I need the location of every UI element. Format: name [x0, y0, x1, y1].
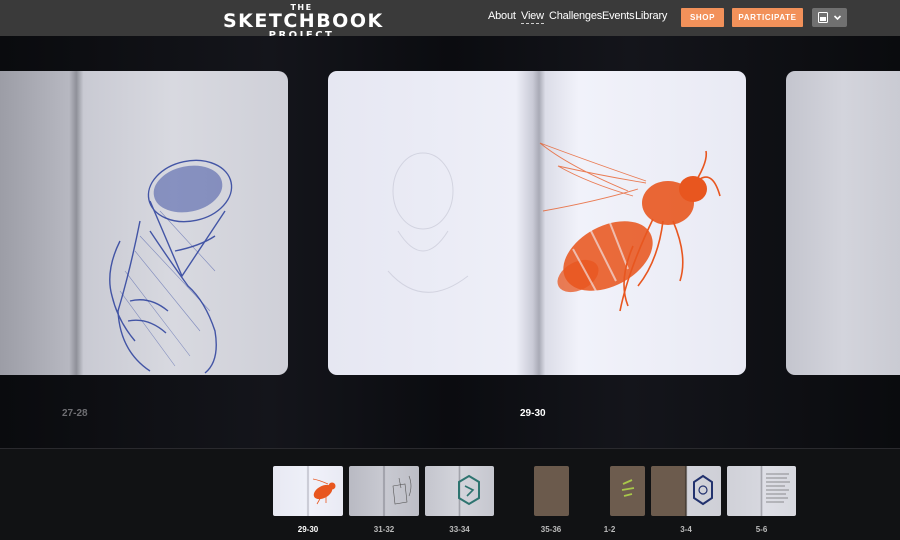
- participate-button[interactable]: PARTICIPATE: [732, 8, 803, 27]
- thumbnail-strip: 29-30 31-32 33-34 35-36 1-2 3-4 5-6: [0, 448, 900, 540]
- spread-label-29-30: 29-30: [520, 408, 546, 419]
- thumbnail-label-29-30: 29-30: [297, 525, 319, 534]
- thumbnail-1-2[interactable]: [610, 466, 645, 516]
- handwriting-thumbnail-icon: [766, 473, 790, 503]
- shop-button[interactable]: SHOP: [681, 8, 724, 27]
- thumbnail-label-1-2: 1-2: [603, 525, 616, 534]
- spread-27-28[interactable]: [0, 71, 288, 375]
- cart-dropdown-button[interactable]: [812, 8, 847, 27]
- nav-view[interactable]: View: [521, 10, 544, 24]
- green-mark-thumbnail-icon: [621, 479, 635, 497]
- hexagon-thumbnail-icon: [458, 474, 480, 506]
- thumbnail-label-33-34: 33-34: [449, 525, 470, 534]
- thumbnail-label-3-4: 3-4: [680, 525, 692, 534]
- thumbnail-3-4[interactable]: [651, 466, 721, 516]
- spread-29-30[interactable]: [328, 71, 746, 375]
- shopping-cart-icon: [818, 12, 828, 23]
- sketch-thumbnail-icon: [392, 475, 412, 505]
- nav-challenges[interactable]: Challenges: [549, 10, 602, 22]
- thumbnail-5-6[interactable]: [727, 466, 796, 516]
- nav-events[interactable]: Events: [602, 10, 635, 22]
- bee-drawing: [387, 142, 721, 312]
- logo-main-text: SKETCHBOOK: [223, 10, 384, 32]
- hexagon-ink-thumbnail-icon: [693, 474, 713, 506]
- site-header: THE SKETCHBOOK PROJECT About View Challe…: [0, 0, 900, 50]
- hand-holding-cup-drawing: [109, 159, 233, 374]
- thumbnail-29-30[interactable]: [273, 466, 343, 516]
- thumbnail-label-31-32: 31-32: [373, 525, 395, 534]
- spread-label-27-28: 27-28: [62, 408, 88, 419]
- thumbnail-33-34[interactable]: [425, 466, 494, 516]
- thumbnail-label-5-6: 5-6: [755, 525, 768, 534]
- thumbnail-label-35-36: 35-36: [540, 525, 562, 534]
- nav-library[interactable]: Library: [635, 10, 667, 22]
- thumbnail-31-32[interactable]: [349, 466, 419, 516]
- nav-about[interactable]: About: [488, 10, 516, 22]
- bee-thumbnail-icon: [312, 478, 336, 505]
- thumbnail-35-36[interactable]: [534, 466, 569, 516]
- spread-31-32[interactable]: [786, 71, 900, 375]
- sketchbook-viewer: 27-28 29-30: [0, 36, 900, 448]
- chevron-down-icon: [833, 15, 842, 21]
